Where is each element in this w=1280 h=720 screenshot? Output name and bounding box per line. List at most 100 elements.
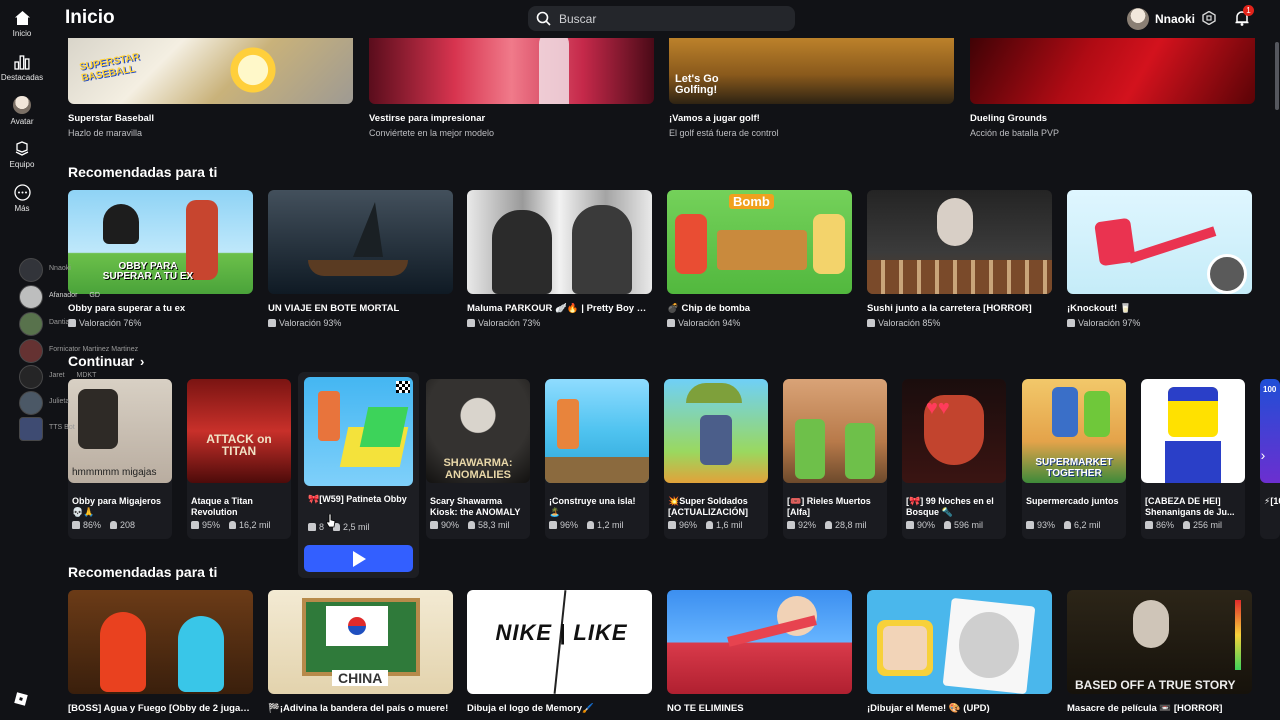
- continue-card[interactable]: ♥♥ [🎀] 99 Noches en el Bosque 🔦 90% 596 m…: [902, 379, 1006, 539]
- game-title[interactable]: [BOSS] Agua y Fuego [Obby de 2 jugad...: [68, 703, 253, 714]
- chevron-right-icon: ›: [1260, 447, 1266, 463]
- continue-card[interactable]: ATTACK on TITAN Ataque a Titan Revolutio…: [187, 379, 291, 539]
- game-thumbnail[interactable]: OBBY PARA SUPERAR A TU EX: [68, 190, 253, 294]
- game-rating: Valoración 76%: [68, 318, 141, 328]
- game-title[interactable]: ¡Dibujar el Meme! 🎨 (UPD): [867, 703, 1052, 714]
- continue-card[interactable]: [CABEZA DE HEI] Shenanigans de Ju... 86%…: [1141, 379, 1245, 539]
- game-rating: Valoración 93%: [268, 318, 341, 328]
- player-icon: [706, 521, 714, 529]
- thumbs-up-icon: [268, 319, 276, 327]
- thumbs-up-icon: [906, 521, 914, 529]
- game-thumbnail[interactable]: [667, 590, 852, 694]
- game-thumbnail: ATTACK on TITAN: [187, 379, 291, 483]
- game-title[interactable]: Sushi junto a la carretera [HORROR]: [867, 303, 1052, 314]
- home-icon: [14, 11, 30, 25]
- game-title[interactable]: Vestirse para impresionar: [369, 113, 654, 124]
- game-thumbnail[interactable]: NIKE | LIKE: [467, 590, 652, 694]
- page-title: Inicio: [65, 7, 115, 28]
- thumbs-up-icon: [668, 521, 676, 529]
- page-scrollbar[interactable]: [1275, 42, 1279, 110]
- game-title[interactable]: Dueling Grounds: [970, 113, 1255, 124]
- game-title[interactable]: NO TE ELIMINES: [667, 703, 852, 714]
- game-thumbnail[interactable]: [1067, 190, 1252, 294]
- continue-card[interactable]: 💥Super Soldados [ACTUALIZACIÓN] 96% 1,6 m…: [664, 379, 768, 539]
- game-title[interactable]: 💣 Chip de bomba: [667, 303, 852, 314]
- game-subtitle: Conviértete en la mejor modelo: [369, 128, 495, 138]
- game-subtitle: Hazlo de maravilla: [68, 128, 143, 138]
- thumbs-up-icon: [1067, 319, 1075, 327]
- robux-icon[interactable]: [1202, 11, 1216, 25]
- friend-avatar[interactable]: [19, 285, 43, 309]
- game-thumbnail[interactable]: [467, 190, 652, 294]
- charts-icon: [14, 55, 30, 70]
- top-bar: Inicio Nnaoki 1: [0, 0, 1280, 38]
- section-title-recommended: Recomendadas para ti: [68, 164, 218, 180]
- game-thumbnail[interactable]: [867, 190, 1052, 294]
- friend-avatar[interactable]: [19, 258, 43, 282]
- game-stats: 90% 596 mil: [906, 520, 983, 530]
- play-button[interactable]: [304, 545, 413, 572]
- game-stats: 86% 208: [72, 520, 135, 530]
- game-title[interactable]: ¡Vamos a jugar golf!: [669, 113, 954, 124]
- user-profile[interactable]: Nnaoki: [1127, 8, 1195, 30]
- continue-card[interactable]: SHAWARMA: ANOMALIES Scary Shawarma Kiosk…: [426, 379, 530, 539]
- game-title: [🎟️] Rieles Muertos [Alfa]: [787, 496, 871, 517]
- notification-badge: 1: [1243, 5, 1254, 16]
- friend-avatar[interactable]: [19, 312, 43, 336]
- friend-avatar[interactable]: [19, 339, 43, 363]
- sidebar-item-inventory[interactable]: Equipo: [0, 141, 44, 169]
- scroll-right-button[interactable]: ›: [1255, 447, 1271, 473]
- game-title[interactable]: Obby para superar a tu ex: [68, 303, 253, 314]
- notifications-button[interactable]: 1: [1235, 5, 1254, 31]
- continue-card[interactable]: [🎟️] Rieles Muertos [Alfa] 92% 28,8 mil: [783, 379, 887, 539]
- game-thumbnail[interactable]: BASED OFF A TRUE STORY: [1067, 590, 1252, 694]
- continue-card[interactable]: hmmmmm migajas Obby para Migajeros 💀🙏 86…: [68, 379, 172, 539]
- thumbnail-text: OBBY PARA SUPERAR A TU EX: [102, 261, 194, 282]
- game-stats: 90% 58,3 mil: [430, 520, 510, 530]
- game-subtitle: Acción de batalla PVP: [970, 128, 1060, 138]
- game-thumbnail[interactable]: [268, 190, 453, 294]
- game-title[interactable]: ¡Knockout! 🥛: [1067, 303, 1252, 314]
- search-icon: [536, 11, 551, 26]
- game-thumbnail-dueling-grounds[interactable]: [970, 30, 1255, 104]
- game-thumbnail[interactable]: CHINA: [268, 590, 453, 694]
- game-title[interactable]: Dibuja el logo de Memory🖌️: [467, 703, 652, 714]
- search-bar[interactable]: [528, 6, 795, 31]
- game-thumbnail: SHAWARMA: ANOMALIES: [426, 379, 530, 483]
- game-thumbnail[interactable]: [68, 590, 253, 694]
- username: Nnaoki: [1155, 12, 1196, 26]
- friend-avatar[interactable]: [19, 417, 43, 441]
- sidebar-item-charts[interactable]: Destacadas: [0, 55, 44, 82]
- game-stats: 93% 6,2 mil: [1026, 520, 1101, 530]
- game-title: Scary Shawarma Kiosk: the ANOMALY: [430, 496, 521, 517]
- game-title[interactable]: Maluma PARKOUR 🪽🔥 | Pretty Boy Ed...: [467, 303, 652, 314]
- sidebar-item-avatar[interactable]: Avatar: [0, 96, 44, 126]
- continue-card[interactable]: ¡Construye una isla! 🏝️ 96% 1,2 mil: [545, 379, 649, 539]
- friend-avatar[interactable]: [19, 365, 43, 389]
- continue-card[interactable]: SUPERMARKET TOGETHER Supermercado juntos…: [1022, 379, 1126, 539]
- roblox-logo-icon[interactable]: [14, 692, 28, 706]
- game-thumbnail-golf[interactable]: Let's Go Golfing!: [669, 30, 954, 104]
- game-thumbnail: [664, 379, 768, 483]
- sidebar-item-more[interactable]: Más: [0, 184, 44, 213]
- game-title: 💥Super Soldados [ACTUALIZACIÓN]: [668, 496, 748, 517]
- more-icon: [13, 184, 31, 201]
- player-icon: [110, 521, 118, 529]
- sidebar-item-home[interactable]: Inicio: [0, 10, 44, 38]
- game-thumbnail[interactable]: Bomb: [667, 190, 852, 294]
- game-thumbnail-superstar-baseball[interactable]: SUPERSTAR BASEBALL: [68, 30, 353, 104]
- game-thumbnail-dress-to-impress[interactable]: [369, 30, 654, 104]
- game-title[interactable]: UN VIAJE EN BOTE MORTAL: [268, 303, 453, 314]
- game-thumbnail: ♥♥: [902, 379, 1006, 483]
- friend-name: TTS Bot: [49, 424, 75, 431]
- game-title[interactable]: Masacre de película 📼 [HORROR]: [1067, 703, 1252, 714]
- thumbnail-text: NIKE | LIKE: [495, 620, 628, 645]
- friend-name: Afanador GD: [49, 292, 100, 299]
- thumbs-up-icon: [430, 521, 438, 529]
- game-thumbnail[interactable]: [867, 590, 1052, 694]
- section-title-continue[interactable]: Continuar ›: [68, 353, 144, 369]
- game-title[interactable]: 🏁¡Adivina la bandera del país o muere!: [268, 703, 453, 714]
- game-title[interactable]: Superstar Baseball: [68, 113, 353, 124]
- search-input[interactable]: [557, 10, 781, 27]
- friend-avatar[interactable]: [19, 391, 43, 415]
